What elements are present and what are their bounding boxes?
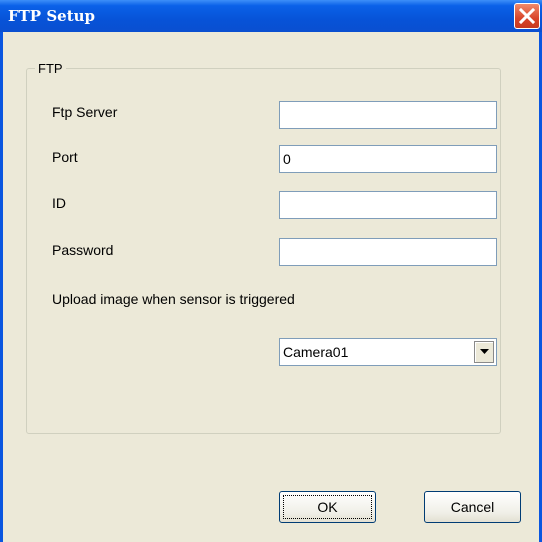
camera-select-dropdown-button[interactable] <box>474 341 494 363</box>
port-label: Port <box>52 149 78 165</box>
camera-select[interactable]: Camera01 <box>279 338 497 366</box>
ok-button[interactable]: OK <box>279 491 376 523</box>
password-input[interactable] <box>279 238 497 266</box>
ftp-groupbox-title: FTP <box>35 61 66 76</box>
cancel-button-label: Cancel <box>450 499 495 515</box>
title-bar[interactable]: FTP Setup <box>0 0 542 32</box>
ok-button-focus-rect <box>283 495 372 519</box>
camera-select-value: Camera01 <box>283 344 349 360</box>
close-icon <box>519 8 535 24</box>
window-title: FTP Setup <box>8 7 96 25</box>
password-label: Password <box>52 242 114 258</box>
id-label: ID <box>52 195 66 211</box>
chevron-down-icon <box>480 349 489 354</box>
cancel-button[interactable]: Cancel <box>424 491 521 523</box>
ftp-server-input[interactable] <box>279 101 497 129</box>
id-input[interactable] <box>279 191 497 219</box>
ftp-server-label: Ftp Server <box>52 104 118 120</box>
close-button[interactable] <box>514 3 540 29</box>
port-input[interactable] <box>279 145 497 173</box>
upload-image-label: Upload image when sensor is triggered <box>52 291 295 307</box>
